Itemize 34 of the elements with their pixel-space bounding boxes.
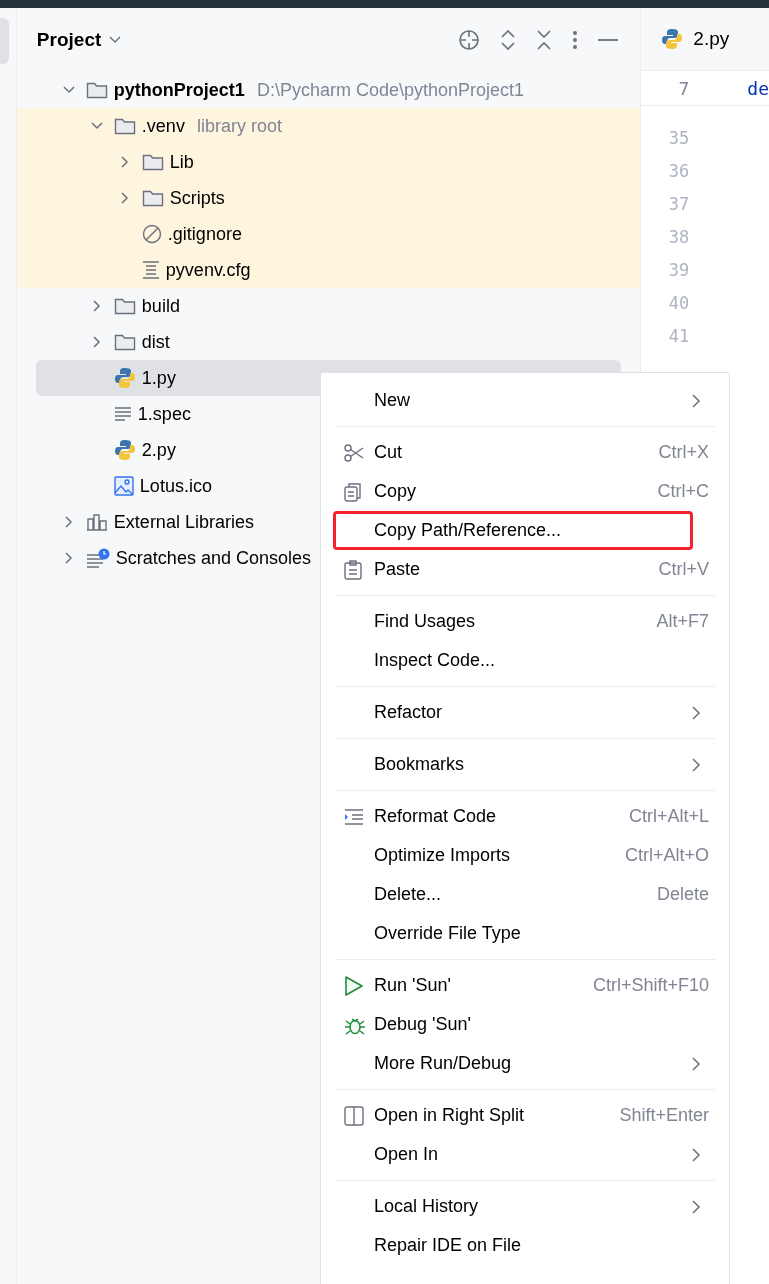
shortcut-text: Ctrl+C: [657, 481, 709, 502]
item-label: pythonProject1: [113, 79, 245, 101]
line-number: 36: [667, 160, 690, 183]
shortcut-text: Ctrl+Alt+L: [628, 806, 709, 827]
shortcut-text: Ctrl+Alt+O: [624, 845, 709, 866]
item-label: 1.spec: [137, 403, 191, 425]
item-label: External Libraries: [113, 511, 254, 533]
item-label: dist: [141, 331, 170, 353]
code-text: de: [747, 77, 769, 99]
line-number: 41: [667, 325, 690, 348]
item-label: Scratches and Consoles: [115, 547, 311, 569]
path-text: D:\Pycharm Code\pythonProject1: [256, 79, 525, 101]
item-label: 1.py: [141, 367, 176, 389]
shortcut-text: Ctrl+Shift+F10: [592, 975, 709, 996]
item-label: 2.py: [141, 439, 176, 461]
item-label: .gitignore: [167, 223, 242, 245]
line-number: 38: [667, 226, 690, 249]
shortcut-text: Ctrl+X: [658, 442, 709, 463]
item-label: .venv: [141, 115, 185, 137]
shortcut-text: Ctrl+V: [658, 559, 709, 580]
line-number: 7: [677, 77, 690, 99]
item-label: Lib: [169, 151, 194, 173]
item-label: build: [141, 295, 180, 317]
shortcut-text: Alt+F7: [656, 611, 709, 632]
item-label: Lotus.ico: [139, 475, 212, 497]
hint-text: library root: [196, 115, 282, 137]
item-label: Scripts: [169, 187, 225, 209]
item-label: pyvenv.cfg: [165, 259, 251, 281]
line-number: 37: [667, 193, 690, 216]
line-number: 35: [667, 127, 690, 150]
line-number: 39: [667, 259, 690, 282]
line-number: 40: [667, 292, 690, 315]
shortcut-text: Delete: [656, 884, 709, 905]
shortcut-text: Shift+Enter: [619, 1105, 709, 1126]
